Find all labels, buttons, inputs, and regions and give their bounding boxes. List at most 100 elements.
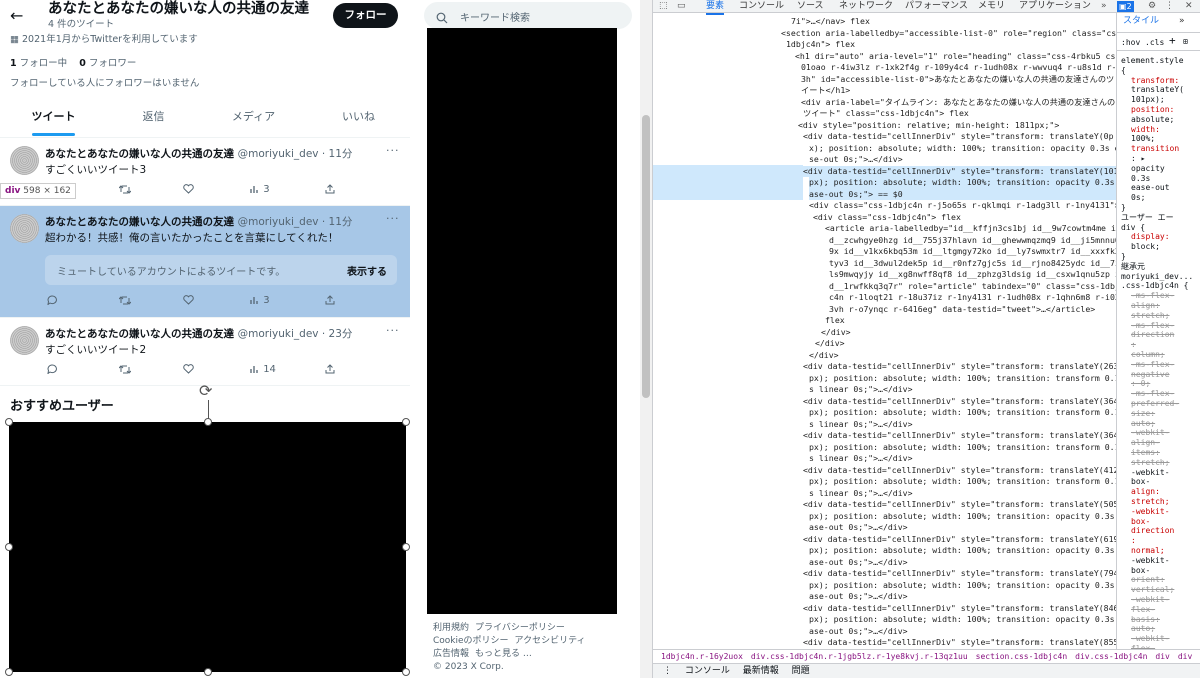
dom-node-line[interactable]: x); position: absolute; width: 100%; tra… bbox=[809, 143, 1116, 155]
dom-node-line[interactable]: px); position: absolute; width: 100%; tr… bbox=[809, 614, 1116, 626]
dom-node-line[interactable]: 3vh r-o7ynqc r-6416eg" data-testid="twee… bbox=[829, 304, 1095, 316]
search-box[interactable]: キーワード検索 bbox=[424, 2, 632, 29]
dom-node-line[interactable]: s linear 0s;">…</div> bbox=[809, 488, 913, 500]
breadcrumb-item[interactable]: div.css-1dbjc4n bbox=[1075, 652, 1147, 661]
dom-node-line[interactable]: d__1rwfkkq3q7r" role="article" tabindex=… bbox=[829, 281, 1116, 293]
dom-node-line[interactable]: ase-out 0s;">…</div> bbox=[809, 557, 908, 569]
dom-node-line[interactable]: <h1 dir="auto" aria-level="1" role="head… bbox=[795, 51, 1116, 63]
dom-node-line[interactable]: </div> bbox=[809, 350, 839, 362]
drawer-tab-issues[interactable]: 問題 bbox=[792, 666, 810, 676]
tab-application[interactable]: アプリケーション bbox=[1019, 0, 1091, 13]
share-icon[interactable] bbox=[325, 364, 335, 375]
dom-node-line[interactable]: <div data-testid="cellInnerDiv" style="t… bbox=[803, 430, 1116, 442]
tab-console[interactable]: コンソール bbox=[739, 0, 784, 13]
tweet-author[interactable]: あなたとあなたの嫌いな人の共通の友達 @moriyuki_dev · 23分 bbox=[45, 326, 352, 341]
dom-node-line[interactable]: px); position: absolute; width: 100%; tr… bbox=[809, 177, 1116, 189]
avatar[interactable] bbox=[10, 326, 39, 355]
tab-network[interactable]: ネットワーク bbox=[839, 0, 893, 13]
reply-icon[interactable] bbox=[47, 295, 58, 306]
breadcrumb-item[interactable]: section.css-1dbjc4n bbox=[976, 652, 1068, 661]
dom-node-line[interactable]: px); position: absolute; width: 100%; tr… bbox=[809, 545, 1116, 557]
hov-toggle[interactable]: :hov bbox=[1121, 37, 1140, 48]
dom-node-line[interactable]: 3h" id="accessible-list-0">あなたとあなたの嫌いな人の… bbox=[801, 74, 1114, 86]
dom-node-line[interactable]: ツイート" class="css-1dbjc4n"> flex bbox=[803, 108, 969, 120]
dom-node-line[interactable]: イート</h1> bbox=[801, 85, 850, 97]
resize-handle-se[interactable] bbox=[402, 668, 410, 676]
breadcrumb-item[interactable]: 1dbjc4n.r-16y2uox bbox=[661, 652, 743, 661]
reply-icon[interactable] bbox=[47, 364, 58, 375]
dom-node-line[interactable]: <div style="position: relative; min-heig… bbox=[798, 120, 1059, 132]
dom-node-line[interactable]: <div data-testid="cellInnerDiv" style="t… bbox=[803, 361, 1116, 373]
close-devtools-icon[interactable]: ✕ bbox=[1185, 1, 1193, 12]
dom-node-line[interactable]: <div data-testid="cellInnerDiv" style="t… bbox=[803, 534, 1116, 546]
followers-count[interactable]: 0 bbox=[79, 58, 86, 69]
tab-performance[interactable]: パフォーマンス bbox=[905, 0, 968, 13]
views-icon[interactable]: 3 bbox=[250, 295, 270, 306]
tab-tweets[interactable]: ツイート bbox=[10, 100, 97, 137]
dom-node-line[interactable]: s linear 0s;">…</div> bbox=[809, 419, 913, 431]
devtools-menu-icon[interactable]: ⋮ bbox=[1165, 1, 1174, 12]
computed-toggle-icon[interactable]: ⊞ bbox=[1183, 36, 1188, 47]
dom-node-line[interactable]: d__zcwhgye0hzg id__755j37hlavn id__gheww… bbox=[829, 235, 1116, 247]
dom-node-line[interactable]: <div data-testid="cellInnerDiv" style="t… bbox=[803, 603, 1116, 615]
views-icon[interactable]: 14 bbox=[250, 364, 276, 375]
tab-styles[interactable]: スタイル bbox=[1123, 16, 1159, 27]
dom-node-line[interactable]: </div> bbox=[815, 338, 845, 350]
dom-node-line[interactable]: <div aria-label="タイムライン: あなたとあなたの嫌いな人の共通… bbox=[801, 97, 1115, 109]
dom-node-line[interactable]: <div data-testid="cellInnerDiv" style="t… bbox=[803, 499, 1116, 511]
retweet-icon[interactable] bbox=[118, 364, 132, 376]
dom-node-line[interactable]: <div data-testid="cellInnerDiv" style="t… bbox=[803, 568, 1116, 580]
more-icon[interactable]: ··· bbox=[386, 144, 400, 157]
dom-node-line[interactable]: se-out 0s;">…</div> bbox=[809, 154, 903, 166]
resize-handle-sw[interactable] bbox=[5, 668, 13, 676]
dom-node-line[interactable]: <div class="css-1dbjc4n r-j5o65s r-qklmq… bbox=[809, 200, 1116, 212]
tab-replies[interactable]: 返信 bbox=[110, 100, 197, 137]
dom-node-line[interactable]: px); position: absolute; width: 100%; tr… bbox=[809, 476, 1116, 488]
tweet-author[interactable]: あなたとあなたの嫌いな人の共通の友達 @moriyuki_dev · 11分 bbox=[45, 146, 352, 161]
inspect-element-icon[interactable]: ⬚ bbox=[659, 1, 668, 12]
share-icon[interactable] bbox=[325, 295, 335, 306]
resize-handle-ne[interactable] bbox=[402, 418, 410, 426]
footer-link-terms[interactable]: 利用規約 bbox=[433, 623, 469, 633]
dom-node-line[interactable]: s linear 0s;">…</div> bbox=[809, 453, 913, 465]
like-icon[interactable] bbox=[183, 364, 194, 375]
dom-node-line[interactable]: <div data-testid="cellInnerDiv" style="t… bbox=[803, 637, 1116, 649]
back-arrow-icon[interactable]: ← bbox=[10, 6, 23, 26]
dom-node-line[interactable]: <div data-testid="cellInnerDiv" style="t… bbox=[803, 131, 1114, 143]
footer-link-cookie[interactable]: Cookieのポリシー bbox=[433, 636, 509, 646]
tab-memory[interactable]: メモリ bbox=[978, 0, 1005, 13]
drawer-tab-whatsnew[interactable]: 最新情報 bbox=[743, 666, 779, 676]
dom-node-line[interactable]: 1dbjc4n"> flex bbox=[786, 39, 855, 51]
page-scrollbar-thumb[interactable] bbox=[642, 115, 650, 398]
dom-node-line[interactable]: <div data-testid="cellInnerDiv" style="t… bbox=[803, 396, 1116, 408]
drawer-tab-console[interactable]: コンソール bbox=[685, 666, 730, 676]
drawer-menu-icon[interactable]: ⋮ bbox=[663, 666, 672, 676]
dom-node-line[interactable]: <div data-testid="cellInnerDiv" style="t… bbox=[803, 165, 1116, 177]
more-tabs-icon[interactable]: » bbox=[1101, 1, 1107, 12]
dom-node-line[interactable]: px); position: absolute; width: 100%; tr… bbox=[809, 442, 1116, 454]
more-icon[interactable]: ··· bbox=[386, 212, 400, 225]
issues-badge[interactable]: ▣2 bbox=[1117, 1, 1134, 12]
tweet-selected[interactable]: あなたとあなたの嫌いな人の共通の友達 @moriyuki_dev · 11分 ·… bbox=[0, 206, 410, 318]
breadcrumb-item[interactable]: div.css-1dbjc4n.r-1jgb5lz.r-1ye8kvj.r-13… bbox=[751, 652, 968, 661]
dom-node-line[interactable]: px); position: absolute; width: 100%; tr… bbox=[809, 511, 1116, 523]
dom-node-line[interactable]: <article aria-labelledby="id__kffjn3cs1b… bbox=[825, 223, 1116, 235]
footer-link-accessibility[interactable]: アクセシビリティ bbox=[515, 636, 586, 646]
tab-sources[interactable]: ソース bbox=[797, 0, 824, 13]
settings-gear-icon[interactable]: ⚙ bbox=[1148, 1, 1156, 12]
following-count[interactable]: 1 bbox=[10, 58, 17, 69]
retweet-icon[interactable] bbox=[118, 184, 132, 196]
retweet-icon[interactable] bbox=[118, 295, 132, 307]
tweet-author[interactable]: あなたとあなたの嫌いな人の共通の友達 @moriyuki_dev · 11分 bbox=[45, 214, 352, 229]
dom-node-line[interactable]: px); position: absolute; width: 100%; tr… bbox=[809, 373, 1116, 385]
following-label[interactable]: フォロー中 bbox=[20, 58, 68, 69]
share-icon[interactable] bbox=[325, 184, 335, 195]
breadcrumb-item[interactable]: div bbox=[1155, 652, 1169, 661]
show-button[interactable]: 表示する bbox=[347, 263, 387, 278]
search-input[interactable]: キーワード検索 bbox=[460, 9, 530, 24]
dom-node-line[interactable]: flex bbox=[825, 315, 845, 327]
tab-likes[interactable]: いいね bbox=[315, 100, 402, 137]
resize-handle-e[interactable] bbox=[402, 543, 410, 551]
dom-node-line[interactable]: ase-out 0s;">…</div> bbox=[809, 522, 908, 534]
dom-node-line[interactable]: <section aria-labelledby="accessible-lis… bbox=[781, 28, 1116, 40]
